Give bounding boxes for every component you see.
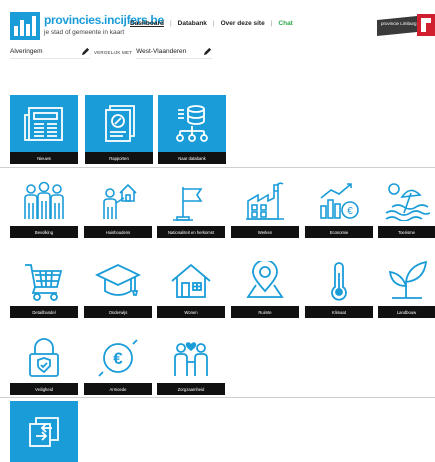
switch-icon — [29, 416, 59, 447]
theme-label: Bevolking — [10, 226, 78, 238]
nav-separator: | — [270, 20, 273, 27]
compare-value: West-Vlaanderen — [136, 48, 187, 55]
newspaper-icon — [24, 106, 63, 141]
filter-bar: Alveringem VERGELIJK MET West-Vlaanderen — [10, 44, 225, 60]
theme-onderwijs[interactable]: Onderwijs — [84, 256, 152, 318]
tile-label: Rapporten — [85, 152, 153, 164]
nav-separator: | — [169, 20, 172, 27]
theme-label: Zorgzaamheid — [157, 383, 225, 395]
nav-databank[interactable]: Databank — [178, 20, 207, 27]
theme-wonen[interactable]: Wonen — [157, 256, 225, 318]
nav-chat[interactable]: Chat — [278, 20, 292, 27]
map-pin-icon — [246, 261, 284, 298]
nav-separator: | — [212, 20, 215, 27]
theme-label: Landbouw — [378, 306, 435, 318]
pencil-icon[interactable] — [81, 47, 90, 56]
theme-nationaliteit[interactable]: Nationaliteit en herkomst — [157, 176, 225, 238]
theme-armoede[interactable]: € Armoede — [84, 333, 152, 395]
svg-text:€: € — [347, 206, 353, 217]
theme-bevolking[interactable]: Bevolking — [10, 176, 78, 238]
flag-icon — [173, 187, 203, 221]
tile-naar-databank[interactable]: Naar databank — [158, 95, 226, 164]
theme-label: Huishoudens — [84, 226, 152, 238]
theme-economie[interactable]: € Economie — [305, 176, 373, 238]
report-icon — [105, 104, 135, 142]
cart-icon — [25, 264, 63, 301]
theme-label: Toerisme — [378, 226, 435, 238]
theme-zorgzaamheid[interactable]: Zorgzaamheid — [157, 333, 225, 395]
nav-over-deze-site[interactable]: Over deze site — [221, 20, 265, 27]
theme-label: Economie — [305, 226, 373, 238]
thermometer-icon — [331, 262, 347, 301]
theme-huishoudens[interactable]: Huishoudens — [84, 176, 152, 238]
theme-label: Nationaliteit en herkomst — [157, 226, 225, 238]
site-logo-icon[interactable] — [10, 12, 40, 40]
theme-label: Wonen — [157, 306, 225, 318]
compare-field[interactable]: West-Vlaanderen — [136, 45, 213, 59]
euro-coin-icon: € — [98, 339, 138, 377]
plant-icon — [388, 260, 428, 299]
tile-nieuws[interactable]: Nieuws — [10, 95, 78, 164]
theme-label: Ruimte — [231, 306, 299, 318]
theme-werken[interactable]: Werken — [231, 176, 299, 238]
factory-icon — [246, 182, 284, 220]
theme-label: Onderwijs — [84, 306, 152, 318]
theme-label: Armoede — [84, 383, 152, 395]
people-icon — [24, 181, 64, 219]
theme-label: Detailhandel — [10, 306, 78, 318]
theme-toerisme[interactable]: Toerisme — [378, 176, 435, 238]
section-divider — [0, 397, 435, 398]
theme-detailhandel[interactable]: Detailhandel — [10, 256, 78, 318]
beach-icon — [385, 183, 430, 221]
theme-label: Veiligheid — [10, 383, 78, 395]
tile-rapporten[interactable]: Rapporten — [85, 95, 153, 164]
compare-label: VERGELIJK MET — [94, 49, 133, 55]
section-divider — [0, 167, 435, 168]
municipality-value: Alveringem — [10, 48, 43, 55]
tile-label: Naar databank — [158, 152, 226, 164]
tile-label: Nieuws — [10, 152, 78, 164]
theme-landbouw[interactable]: Landbouw — [378, 256, 435, 318]
provincie-limburg-logo-icon[interactable]: provincie Limburg — [377, 14, 435, 36]
tile-switch[interactable] — [10, 401, 78, 462]
care-icon — [174, 342, 208, 376]
economy-icon: € — [320, 183, 359, 219]
house-icon — [171, 263, 211, 298]
theme-label: Klimaat — [305, 306, 373, 318]
graduation-cap-icon — [95, 264, 141, 296]
site-subtitle: je stad of gemeente in kaart — [44, 29, 125, 36]
svg-text:€: € — [113, 349, 123, 368]
municipality-field[interactable]: Alveringem — [10, 45, 90, 59]
pencil-icon[interactable] — [203, 47, 212, 56]
theme-klimaat[interactable]: Klimaat — [305, 256, 373, 318]
database-icon — [176, 104, 208, 142]
theme-veiligheid[interactable]: Veiligheid — [10, 333, 78, 395]
theme-label: Werken — [231, 226, 299, 238]
main-nav: Dashboard | Databank | Over deze site | … — [130, 20, 293, 27]
partner-text: provincie Limburg — [381, 21, 417, 26]
nav-dashboard[interactable]: Dashboard — [130, 20, 164, 27]
household-icon — [103, 183, 137, 219]
theme-ruimte[interactable]: Ruimte — [231, 256, 299, 318]
lock-icon — [29, 338, 59, 377]
